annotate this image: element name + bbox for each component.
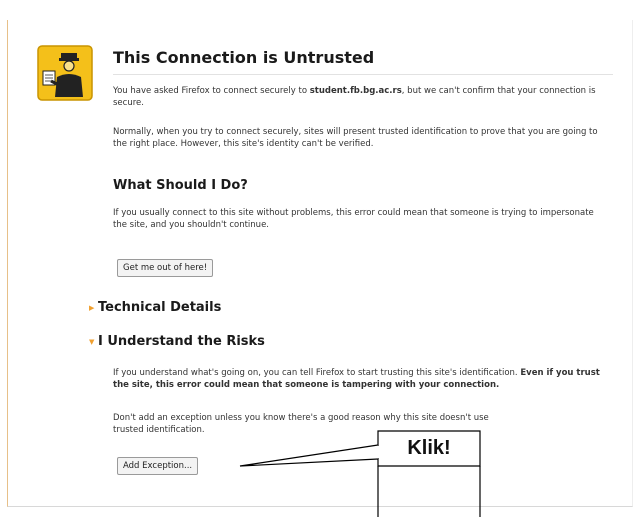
callout-pointer <box>239 430 481 517</box>
callout-label: Klik! <box>407 437 451 459</box>
